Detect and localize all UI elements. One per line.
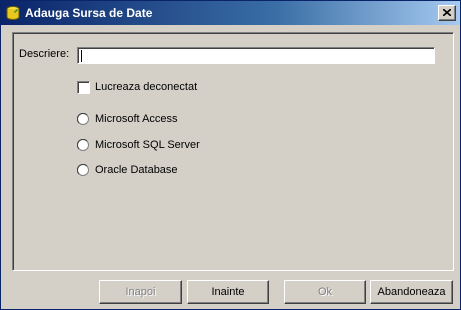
window-title: Adauga Sursa de Date (25, 6, 153, 20)
back-button[interactable]: Inapoi (99, 280, 182, 304)
title-bar[interactable]: Adauga Sursa de Date (1, 1, 460, 25)
next-button[interactable]: Inainte (187, 280, 269, 304)
dialog-window: Adauga Sursa de Date Descriere: Lucreaza… (0, 0, 461, 310)
database-icon (6, 6, 20, 20)
radio-microsoft-sql-server[interactable] (77, 139, 89, 151)
ok-button[interactable]: Ok (284, 280, 366, 304)
close-icon (443, 9, 451, 16)
offline-checkbox[interactable] (77, 81, 90, 94)
content-panel (12, 32, 454, 271)
radio-label-microsoft-access[interactable]: Microsoft Access (95, 113, 178, 125)
radio-microsoft-access[interactable] (77, 113, 89, 125)
close-button[interactable] (438, 5, 456, 21)
offline-checkbox-label[interactable]: Lucreaza deconectat (95, 81, 197, 93)
radio-label-oracle-database[interactable]: Oracle Database (95, 164, 178, 176)
radio-label-microsoft-sql-server[interactable]: Microsoft SQL Server (95, 139, 200, 151)
radio-oracle-database[interactable] (77, 164, 89, 176)
text-caret (81, 50, 82, 62)
description-label: Descriere: (19, 48, 70, 60)
description-input[interactable] (77, 47, 435, 64)
cancel-button[interactable]: Abandoneaza (370, 280, 453, 304)
